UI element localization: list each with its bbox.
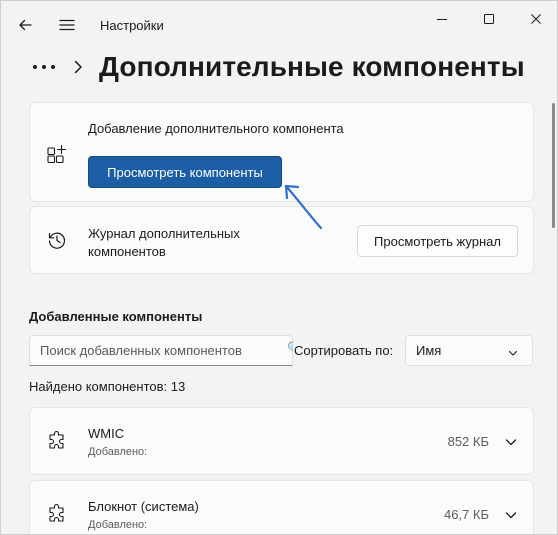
close-icon: [531, 14, 541, 24]
sort-value: Имя: [416, 343, 442, 358]
add-component-label: Добавление дополнительного компонента: [88, 121, 344, 136]
item-name: Блокнот (система): [88, 499, 199, 514]
item-status: Добавлено:: [88, 446, 148, 458]
list-item[interactable]: Блокнот (система) Добавлено: 46,7 КБ: [29, 480, 534, 534]
puzzle-icon: [46, 430, 68, 452]
chevron-down-icon: [505, 512, 517, 519]
title-bar: Настройки: [1, 1, 557, 47]
breadcrumb-separator: [73, 60, 89, 74]
page-title: Дополнительные компоненты: [99, 51, 525, 82]
app-title: Настройки: [100, 18, 164, 33]
annotation-arrow-icon: [284, 184, 323, 230]
history-icon: [46, 229, 68, 251]
installed-heading: Добавленные компоненты: [29, 309, 203, 324]
chevron-down-icon: [508, 346, 518, 361]
minimize-button[interactable]: [419, 5, 465, 33]
sort-dropdown[interactable]: Имя: [405, 335, 533, 366]
navigation-menu-button[interactable]: [53, 11, 81, 39]
item-status: Добавлено:: [88, 519, 148, 531]
item-name: WMIC: [88, 426, 125, 441]
close-button[interactable]: [513, 5, 557, 33]
maximize-icon: [484, 14, 494, 24]
back-button[interactable]: [11, 11, 39, 39]
chevron-right-icon: [74, 60, 82, 74]
breadcrumb-overflow-button[interactable]: [29, 57, 59, 77]
search-icon[interactable]: 🔍: [287, 341, 293, 355]
chevron-down-icon: [505, 439, 517, 446]
found-count: Найдено компонентов: 13: [29, 379, 186, 394]
search-field[interactable]: [29, 335, 293, 366]
item-size: 852 КБ: [447, 434, 489, 449]
sort-label: Сортировать по:: [294, 343, 394, 358]
item-size: 46,7 КБ: [443, 507, 489, 522]
history-label: Журнал дополнительных компонентов: [88, 226, 240, 259]
expand-button[interactable]: [505, 435, 517, 453]
puzzle-icon: [46, 503, 68, 525]
hamburger-menu-icon: [59, 19, 75, 31]
search-input[interactable]: [30, 336, 292, 365]
list-item[interactable]: WMIC Добавлено: 852 КБ: [29, 407, 534, 475]
expand-button[interactable]: [505, 508, 517, 526]
view-history-button[interactable]: Просмотреть журнал: [357, 225, 518, 257]
view-components-button[interactable]: Просмотреть компоненты: [88, 156, 282, 188]
maximize-button[interactable]: [466, 5, 512, 33]
vertical-scrollbar[interactable]: [552, 103, 555, 228]
breadcrumb: Дополнительные компоненты: [29, 47, 525, 87]
add-grid-icon: [46, 143, 68, 165]
more-dots-icon: [33, 65, 55, 69]
minimize-icon: [437, 19, 447, 20]
back-arrow-icon: [19, 19, 32, 31]
settings-window: Настройки Дополнительные компоненты Доба…: [0, 0, 558, 535]
